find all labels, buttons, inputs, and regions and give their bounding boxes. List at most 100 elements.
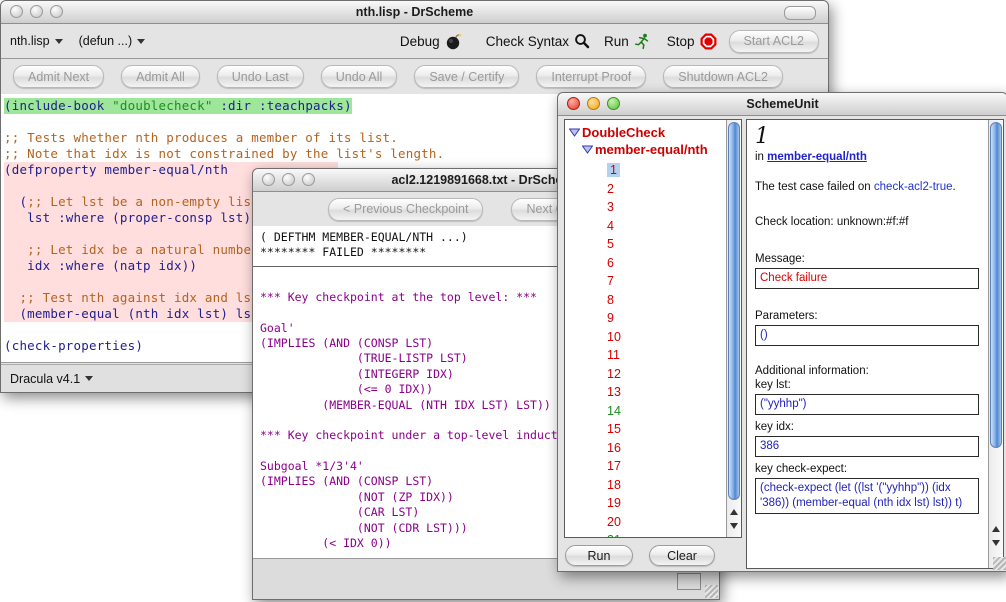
acl2-button-label: Save / Certify — [429, 70, 504, 84]
scroll-up-icon[interactable] — [730, 509, 738, 515]
clear-button[interactable]: Clear — [649, 545, 715, 566]
tree-case-16[interactable]: 16 — [569, 439, 741, 458]
previous-checkpoint-label: < Previous Checkpoint — [343, 202, 468, 216]
detail-scrollbar-thumb[interactable] — [990, 122, 1002, 448]
close-button[interactable] — [567, 97, 580, 110]
acl2-button-label: Interrupt Proof — [551, 70, 631, 84]
tree-case-8[interactable]: 8 — [569, 291, 741, 310]
clear-label: Clear — [667, 549, 697, 563]
tree-case-7[interactable]: 7 — [569, 272, 741, 291]
check-syntax-button[interactable]: Check Syntax — [486, 33, 590, 49]
main-titlebar[interactable]: nth.lisp - DrScheme — [1, 1, 828, 24]
disclosure-triangle-icon[interactable] — [569, 128, 580, 137]
run-tests-button[interactable]: Run — [565, 545, 633, 566]
acl2-button-shutdown-acl2[interactable]: Shutdown ACL2 — [663, 65, 783, 88]
chevron-down-icon — [55, 39, 63, 44]
tree-case-11[interactable]: 11 — [569, 346, 741, 365]
tree-case-19[interactable]: 19 — [569, 494, 741, 513]
tree-case-21[interactable]: 21 — [569, 531, 741, 538]
close-button[interactable] — [10, 5, 23, 18]
tree-root-label: DoubleCheck — [582, 125, 665, 140]
acl2-button-label: Admit Next — [28, 70, 89, 84]
failure-check-name: check-acl2-true — [874, 181, 953, 193]
start-acl2-button[interactable]: Start ACL2 — [729, 30, 819, 53]
acl2-button-label: Shutdown ACL2 — [678, 70, 768, 84]
checkpoint-footer-box — [677, 573, 701, 590]
run-button[interactable]: Run — [604, 33, 650, 50]
parameters-label: Parameters: — [755, 310, 979, 322]
schemeunit-window-controls — [567, 97, 620, 110]
resize-grip-icon[interactable] — [705, 585, 718, 598]
main-window-controls — [10, 5, 63, 18]
resize-grip-icon[interactable] — [993, 557, 1006, 570]
zoom-button[interactable] — [50, 5, 63, 18]
tree-case-3[interactable]: 3 — [569, 198, 741, 217]
language-menu[interactable]: Dracula v4.1 — [10, 372, 93, 386]
parameters-field[interactable]: () — [755, 325, 979, 346]
scroll-down-icon[interactable] — [730, 523, 738, 529]
tree-case-12[interactable]: 12 — [569, 365, 741, 384]
tree-case-5[interactable]: 5 — [569, 235, 741, 254]
tree-case-18[interactable]: 18 — [569, 476, 741, 495]
tree-case-10[interactable]: 10 — [569, 328, 741, 347]
scroll-down-icon[interactable] — [992, 540, 1000, 546]
additional-info-label: Additional information: — [755, 365, 979, 377]
tree-group-label: member-equal/nth — [595, 142, 708, 157]
tree-case-13[interactable]: 13 — [569, 383, 741, 402]
tree-cases: 123456789101112131415161718192021 — [569, 161, 741, 538]
tree-case-14[interactable]: 14 — [569, 402, 741, 421]
detail-scrollbar[interactable] — [988, 120, 1003, 568]
tree-case-15[interactable]: 15 — [569, 420, 741, 439]
failure-prefix: The test case failed on — [755, 181, 874, 193]
debug-button[interactable]: Debug — [400, 33, 462, 50]
minimize-button[interactable] — [282, 173, 295, 186]
failure-suffix: . — [953, 181, 956, 193]
minimize-button[interactable] — [587, 97, 600, 110]
tree-scrollbar-thumb[interactable] — [728, 122, 740, 500]
tree-case-6[interactable]: 6 — [569, 254, 741, 273]
acl2-button-save-certify[interactable]: Save / Certify — [414, 65, 519, 88]
tree-root-row[interactable]: DoubleCheck — [569, 124, 741, 141]
chevron-down-icon — [85, 376, 93, 381]
previous-checkpoint-button[interactable]: < Previous Checkpoint — [328, 198, 483, 221]
toolbar-toggle-pill[interactable] — [784, 6, 816, 20]
chevron-down-icon — [137, 39, 145, 44]
schemeunit-titlebar[interactable]: SchemeUnit — [558, 93, 1006, 116]
close-button[interactable] — [262, 173, 275, 186]
scroll-up-icon[interactable] — [992, 526, 1000, 532]
defun-popup-menu[interactable]: (defun ...) — [79, 34, 146, 48]
acl2-toolbar: Admit Next Admit All Undo Last Undo All Save… — [1, 59, 828, 95]
tree-case-20[interactable]: 20 — [569, 513, 741, 532]
acl2-button-undo-last[interactable]: Undo Last — [217, 65, 304, 88]
file-popup-menu[interactable]: nth.lisp — [10, 34, 63, 48]
message-label: Message: — [755, 253, 979, 265]
key-lst-field[interactable]: ("yyhhp") — [755, 394, 979, 415]
group-link[interactable]: member-equal/nth — [767, 151, 867, 163]
acl2-button-admit-next[interactable]: Admit Next — [13, 65, 104, 88]
tree-case-2[interactable]: 2 — [569, 180, 741, 199]
zoom-button[interactable] — [302, 173, 315, 186]
test-detail-panel: 1 in member-equal/nth The test case fail… — [746, 119, 1004, 569]
key-idx-field[interactable]: 386 — [755, 436, 979, 457]
acl2-button-label: Admit All — [136, 70, 185, 84]
message-field[interactable]: Check failure — [755, 268, 979, 289]
acl2-button-admit-all[interactable]: Admit All — [121, 65, 200, 88]
tree-group-row[interactable]: member-equal/nth — [569, 141, 741, 158]
tree-case-17[interactable]: 17 — [569, 457, 741, 476]
acl2-button-interrupt-proof[interactable]: Interrupt Proof — [536, 65, 646, 88]
tree-scrollbar[interactable] — [726, 120, 741, 537]
tree-case-1[interactable]: 1 — [569, 161, 741, 180]
run-tests-label: Run — [588, 549, 611, 563]
key-check-expect-field[interactable]: (check-expect (let ((lst '("yyhhp")) (id… — [755, 478, 979, 514]
defun-popup-label: (defun ...) — [79, 34, 133, 48]
zoom-button[interactable] — [607, 97, 620, 110]
tree-case-4[interactable]: 4 — [569, 217, 741, 236]
runner-icon — [634, 33, 650, 50]
stop-button[interactable]: Stop — [667, 33, 717, 50]
acl2-button-undo-all[interactable]: Undo All — [321, 65, 398, 88]
checkpoint-window-title: acl2.1219891668.txt - DrScheme — [391, 173, 580, 187]
minimize-button[interactable] — [30, 5, 43, 18]
disclosure-triangle-icon[interactable] — [582, 145, 593, 154]
debug-label: Debug — [400, 34, 440, 49]
tree-case-9[interactable]: 9 — [569, 309, 741, 328]
